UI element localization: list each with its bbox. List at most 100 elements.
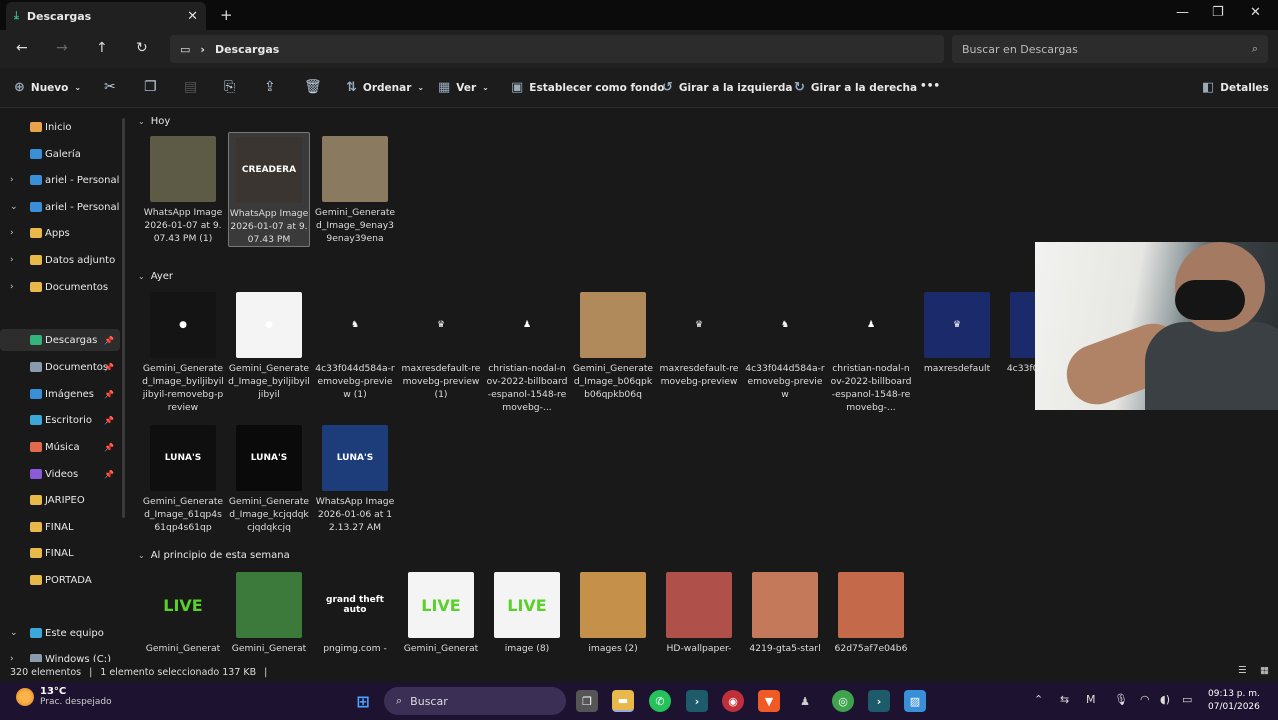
file-item[interactable]: LUNA'S Gemini_Generated_Image_kcjqdqkcjqd… xyxy=(228,421,310,534)
app-figure-icon[interactable]: ♟ xyxy=(794,690,816,712)
cut-icon[interactable]: ✂ xyxy=(104,79,116,95)
share-icon[interactable]: ⇪ xyxy=(264,79,276,95)
file-item[interactable]: ♟ christian-nodal-nov-2022-billboard-espa… xyxy=(486,288,568,414)
sidebar-item[interactable]: › Apps xyxy=(0,222,120,244)
address-field[interactable]: ▭ › Descargas xyxy=(170,35,944,63)
search-input[interactable]: Buscar en Descargas ⌕ xyxy=(952,35,1268,63)
file-item[interactable]: LIVE Gemini_Generat xyxy=(142,568,224,655)
terminal-icon-2[interactable]: › xyxy=(868,690,890,712)
file-item[interactable]: 4219-gta5-starl xyxy=(744,568,826,655)
microphone-icon[interactable]: 🎙 xyxy=(1114,693,1128,706)
file-item[interactable]: ♟ christian-nodal-nov-2022-billboard-espa… xyxy=(830,288,912,414)
file-item[interactable]: 62d75af7e04b6 xyxy=(830,568,912,655)
set-background-button[interactable]: ▣ Establecer como fondo xyxy=(511,80,664,95)
paste-icon[interactable]: ▤ xyxy=(184,79,197,95)
new-tab-button[interactable]: + xyxy=(220,6,233,24)
sidebar-item[interactable]: Inicio xyxy=(0,116,120,138)
file-item[interactable]: Gemini_Generat xyxy=(228,568,310,655)
details-view-toggle-icon[interactable]: ☰ xyxy=(1238,665,1247,676)
sidebar-item[interactable]: Videos 📌 xyxy=(0,463,120,485)
group-header-yesterday[interactable]: ⌄ Ayer xyxy=(138,271,173,282)
forward-arrow-icon[interactable]: → xyxy=(56,40,68,56)
brave-browser-icon[interactable]: ▼ xyxy=(758,690,780,712)
sidebar-item[interactable]: Descargas 📌 xyxy=(0,329,120,351)
terminal-icon[interactable]: › xyxy=(686,690,708,712)
file-item[interactable]: Gemini_Generated_Image_9enay39enay39ena xyxy=(314,132,396,245)
copy-icon[interactable]: ❐ xyxy=(144,79,157,95)
sidebar-item[interactable]: Documentos 📌 xyxy=(0,356,120,378)
delete-icon[interactable]: 🗑 xyxy=(304,79,322,95)
file-item[interactable]: ♛ maxresdefault-removebg-preview xyxy=(658,288,740,388)
details-button[interactable]: ◧ Detalles xyxy=(1202,80,1269,95)
whatsapp-icon[interactable]: ✆ xyxy=(649,690,671,712)
app-icon[interactable]: ◉ xyxy=(722,690,744,712)
expand-chevron-icon[interactable]: › xyxy=(10,228,14,238)
sidebar-item[interactable]: ⌄ ariel - Personal xyxy=(0,196,120,218)
chrome-icon[interactable]: ◎ xyxy=(832,690,854,712)
file-item[interactable]: CREADERA WhatsApp Image 2026-01-07 at 9.0… xyxy=(228,132,310,247)
group-header-today[interactable]: ⌄ Hoy xyxy=(138,116,170,127)
file-item[interactable]: ♞ 4c33f044d584a-removebg-preview (1) xyxy=(314,288,396,401)
file-item[interactable]: WhatsApp Image 2026-01-07 at 9.07.43 PM … xyxy=(142,132,224,245)
file-item[interactable]: LUNA'S Gemini_Generated_Image_61qp4s61qp4… xyxy=(142,421,224,534)
minimize-button[interactable]: — xyxy=(1176,5,1189,20)
file-item[interactable]: ♞ 4c33f044d584a-removebg-preview xyxy=(744,288,826,401)
task-view-icon[interactable]: ❐ xyxy=(576,690,598,712)
expand-chevron-icon[interactable]: ⌄ xyxy=(10,628,18,638)
sidebar-item[interactable]: PORTADA xyxy=(0,569,120,591)
file-explorer-icon[interactable]: ▬ xyxy=(612,690,634,712)
breadcrumb-descargas[interactable]: Descargas xyxy=(215,43,279,56)
weather-widget[interactable]: 13°C Prac. despejado xyxy=(16,686,112,707)
file-item[interactable]: HD-wallpaper- xyxy=(658,568,740,655)
sidebar-item[interactable]: › Datos adjunto xyxy=(0,249,120,271)
rotate-left-button[interactable]: ↺ Girar a la izquierda xyxy=(662,80,793,95)
rotate-right-button[interactable]: ↻ Girar a la derecha xyxy=(794,80,917,95)
maximize-button[interactable]: ❐ xyxy=(1212,5,1224,20)
file-item[interactable]: grand theft auto pngimg.com - xyxy=(314,568,396,655)
expand-chevron-icon[interactable]: › xyxy=(10,255,14,265)
sidebar-scrollbar[interactable] xyxy=(122,118,125,518)
new-button[interactable]: ⊕ Nuevo ⌄ xyxy=(14,80,81,95)
file-item[interactable]: Gemini_Generated_Image_b06qpkb06qpkb06q xyxy=(572,288,654,401)
up-arrow-icon[interactable]: ↑ xyxy=(96,40,108,56)
tray-m-icon[interactable]: M xyxy=(1086,693,1096,706)
taskbar-search[interactable]: ⌕ Buscar xyxy=(384,687,566,715)
volume-icon[interactable]: ◖) xyxy=(1160,693,1170,706)
expand-chevron-icon[interactable]: › xyxy=(10,175,14,185)
back-arrow-icon[interactable]: ← xyxy=(16,40,28,56)
close-window-button[interactable]: ✕ xyxy=(1250,5,1261,20)
tab-descargas[interactable]: ⤓ Descargas ✕ xyxy=(6,2,206,30)
file-item[interactable]: ● Gemini_Generated_Image_byiljibyiljibyil xyxy=(228,288,310,401)
sidebar-item[interactable]: JARIPEO xyxy=(0,489,120,511)
file-item[interactable]: ● Gemini_Generated_Image_byiljibyiljibyil… xyxy=(142,288,224,414)
photos-icon[interactable]: ▨ xyxy=(904,690,926,712)
rename-icon[interactable]: ⎘ xyxy=(224,79,235,95)
expand-chevron-icon[interactable]: ⌄ xyxy=(10,202,18,212)
group-header-this-week[interactable]: ⌄ Al principio de esta semana xyxy=(138,550,290,561)
battery-icon[interactable]: ▭ xyxy=(1182,693,1192,706)
file-item[interactable]: LIVE image (8) xyxy=(486,568,568,655)
sidebar-item[interactable]: › ariel - Personal xyxy=(0,169,120,191)
file-item[interactable]: images (2) xyxy=(572,568,654,655)
sidebar-item[interactable]: FINAL xyxy=(0,542,120,564)
file-item[interactable]: ♛ maxresdefault-removebg-preview (1) xyxy=(400,288,482,401)
refresh-icon[interactable]: ↻ xyxy=(136,40,148,56)
close-tab-icon[interactable]: ✕ xyxy=(187,9,198,24)
sidebar-item[interactable]: Escritorio 📌 xyxy=(0,409,120,431)
sidebar-item[interactable]: Galería xyxy=(0,143,120,165)
expand-chevron-icon[interactable]: › xyxy=(10,282,14,292)
start-windows-icon[interactable]: ⊞ xyxy=(352,690,374,712)
view-button[interactable]: ▦ Ver ⌄ xyxy=(438,80,489,95)
sidebar-item[interactable]: › Documentos xyxy=(0,276,120,298)
tray-app-icon[interactable]: ⇆ xyxy=(1060,693,1069,706)
more-options-button[interactable]: ••• xyxy=(920,80,940,92)
file-item[interactable]: ♛ maxresdefault xyxy=(916,288,998,375)
tiles-view-toggle-icon[interactable]: ▦ xyxy=(1260,665,1269,676)
sidebar-item[interactable]: FINAL xyxy=(0,516,120,538)
wifi-icon[interactable]: ◠ xyxy=(1140,693,1150,706)
sidebar-item[interactable]: ⌄ Este equipo xyxy=(0,622,120,644)
sort-button[interactable]: ⇅ Ordenar ⌄ xyxy=(346,80,424,95)
sidebar-item[interactable]: Música 📌 xyxy=(0,436,120,458)
file-item[interactable]: LIVE Gemini_Generat xyxy=(400,568,482,655)
file-item[interactable]: LUNA'S WhatsApp Image 2026-01-06 at 12.13… xyxy=(314,421,396,534)
